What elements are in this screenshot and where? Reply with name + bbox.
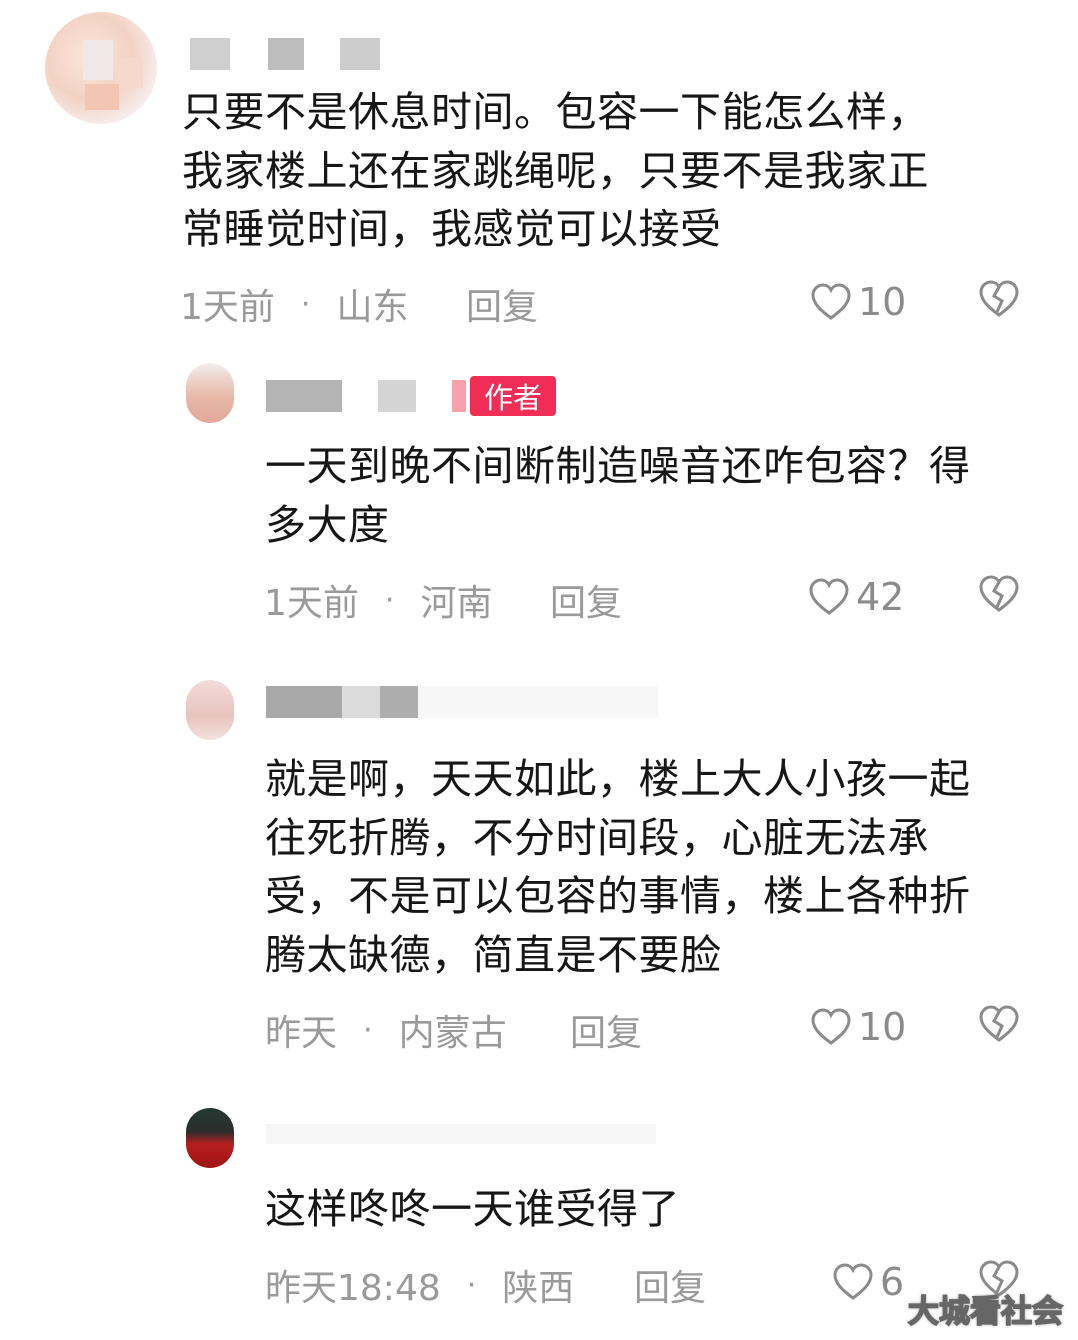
reply-button[interactable]: 回复 bbox=[466, 278, 538, 330]
heart-outline-icon bbox=[809, 578, 849, 615]
comment-time: 1天前 bbox=[264, 583, 359, 624]
comment-location: 山东 bbox=[336, 287, 409, 328]
comment-time: 1天前 bbox=[180, 287, 275, 328]
comment-text: 就是啊，天天如此，楼上大人小孩一起 往死折腾，不分时间段，心脏无法承 受，不是可… bbox=[265, 755, 971, 979]
reply-button[interactable]: 回复 bbox=[550, 574, 622, 626]
like-button[interactable]: 6 bbox=[832, 1260, 904, 1304]
separator: · bbox=[300, 286, 311, 322]
comment-location: 河南 bbox=[420, 583, 493, 624]
avatar[interactable] bbox=[45, 12, 157, 124]
like-button[interactable]: 10 bbox=[810, 1005, 906, 1049]
username-blurred[interactable] bbox=[266, 686, 666, 718]
like-count: 10 bbox=[858, 1005, 907, 1049]
heart-outline-icon bbox=[811, 1008, 851, 1045]
like-count: 6 bbox=[880, 1260, 905, 1304]
heart-outline-icon bbox=[811, 283, 851, 320]
heart-outline-icon bbox=[833, 1263, 873, 1300]
username-blurred[interactable] bbox=[266, 380, 466, 412]
comment-text: 一天到晚不间断制造噪音还咋包容？得 多大度 bbox=[265, 442, 971, 549]
like-button[interactable]: 10 bbox=[810, 280, 906, 324]
avatar[interactable] bbox=[186, 1108, 234, 1168]
comment-text: 这样咚咚一天谁受得了 bbox=[265, 1185, 680, 1233]
comment-meta: 昨天 · 内蒙古 bbox=[265, 1004, 507, 1056]
comment-meta: 1天前 · 山东 bbox=[180, 278, 408, 330]
broken-heart-icon[interactable] bbox=[978, 574, 1020, 614]
separator: · bbox=[466, 1267, 477, 1303]
broken-heart-icon[interactable] bbox=[978, 279, 1020, 319]
comment-meta: 昨天18:48 · 陕西 bbox=[265, 1259, 574, 1311]
separator: · bbox=[363, 1012, 373, 1048]
broken-heart-icon[interactable] bbox=[978, 1004, 1020, 1044]
comment-meta: 1天前 · 河南 bbox=[264, 574, 492, 626]
avatar[interactable] bbox=[186, 363, 234, 423]
comment-time: 昨天 bbox=[265, 1013, 338, 1054]
separator: · bbox=[384, 582, 395, 618]
username-blurred[interactable] bbox=[190, 38, 390, 70]
author-badge: 作者 bbox=[470, 376, 556, 416]
username-blurred[interactable] bbox=[266, 1118, 656, 1150]
like-button[interactable]: 42 bbox=[808, 575, 904, 619]
like-count: 10 bbox=[858, 280, 907, 324]
reply-button[interactable]: 回复 bbox=[570, 1004, 642, 1056]
comment-location: 内蒙古 bbox=[398, 1013, 507, 1054]
comment-text: 只要不是休息时间。包容一下能怎么样， 我家楼上还在家跳绳呢，只要不是我家正 常睡… bbox=[182, 88, 929, 253]
like-count: 42 bbox=[856, 575, 905, 619]
comment-location: 陕西 bbox=[502, 1268, 575, 1309]
watermark: 大城看社会 bbox=[907, 1293, 1064, 1331]
avatar[interactable] bbox=[186, 680, 234, 740]
reply-button[interactable]: 回复 bbox=[634, 1259, 706, 1311]
comment-time: 昨天18:48 bbox=[265, 1268, 441, 1309]
